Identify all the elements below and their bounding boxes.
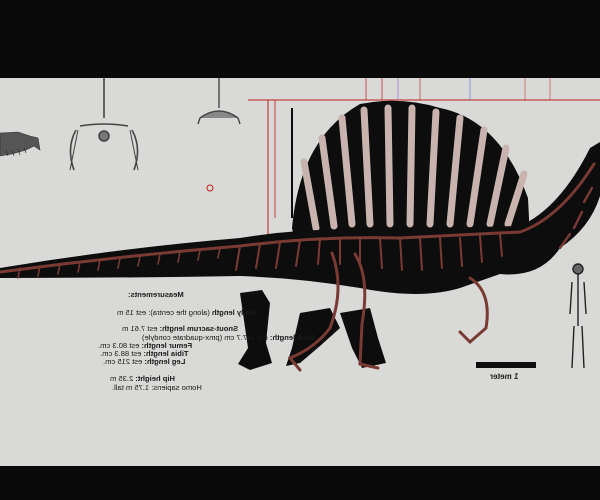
hip-height-label: Hip height: [135,374,175,383]
snout-sacrum-value: est 7.61 m [122,324,158,333]
body-length-value: (along the centra): est 15 m [117,308,210,317]
leg-length-value: est 215 cm. [103,357,143,366]
body-length-line: Body length (along the centra): est 15 m [117,308,256,317]
scale-bar-label: 1 meter [490,372,519,381]
measurements-heading: Measurements: [128,290,184,299]
human-height-line: Homo sapiens: 1.75 m tall. [112,383,202,392]
skeletal-plate: Measurements: Body length (along the cen… [0,78,600,466]
leg-length-label: Leg length: [144,357,186,366]
bottom-frame-bar [0,466,600,500]
skull-top-view-icon [197,78,241,125]
top-frame-bar [0,0,600,78]
body-length-label: Body length [212,308,256,317]
skull-profile-icon [0,131,41,157]
hip-height-line: Hip height: 2.35 m [110,374,175,383]
leg-length-line: Leg length: est 215 cm. [103,357,185,366]
snout-sacrum-label: Snout-sacrum length: [159,324,239,333]
skeletal-diagram [0,78,600,372]
scale-bar [476,362,536,368]
human-silhouette [569,263,587,369]
snout-sacrum-line: Snout-sacrum length: est 7.61 m [122,324,238,333]
hip-height-value: 2.35 m [110,374,134,383]
skull-front-view-icon [69,78,139,171]
skull-length-label: Skull length: [269,333,316,342]
